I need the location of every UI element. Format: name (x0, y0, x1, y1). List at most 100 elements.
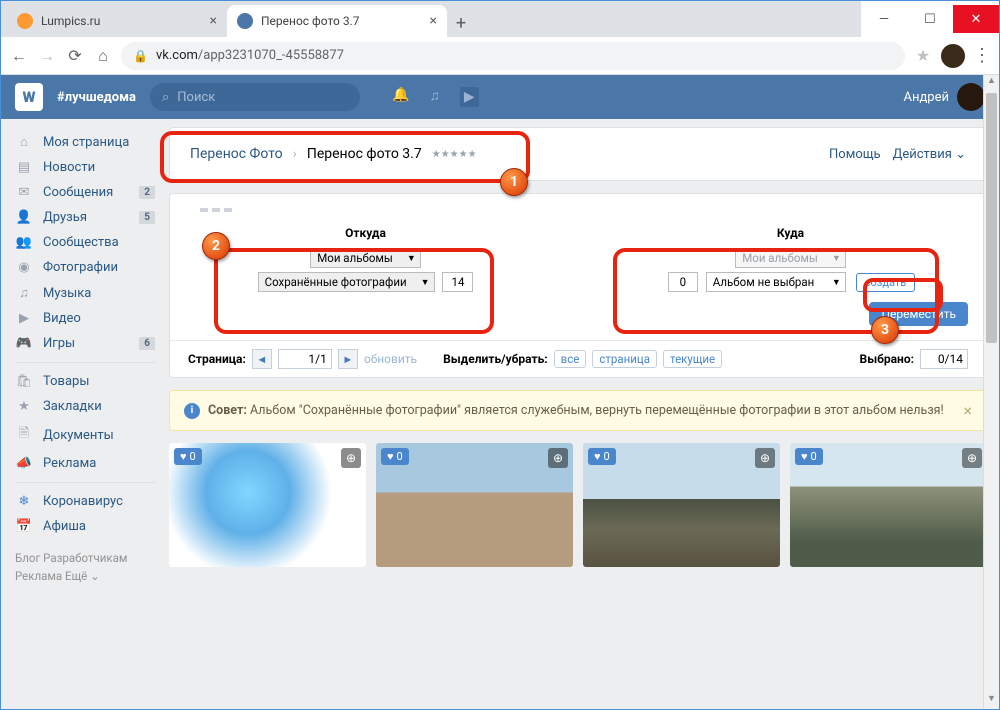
actions-menu[interactable]: Действия ⌄ (893, 147, 966, 162)
url-field[interactable]: 🔒 vk.com/app3231070_-45558877 (121, 42, 905, 70)
page-label: Страница: (188, 352, 246, 366)
prev-page-button[interactable]: ◄ (252, 349, 272, 369)
bell-icon[interactable]: 🔔 (392, 87, 409, 107)
page-input[interactable] (278, 349, 332, 369)
breadcrumb: Перенос Фото › Перенос фото 3.7 ★★★★★ По… (170, 128, 986, 180)
zoom-icon[interactable]: ⊕ (962, 448, 982, 468)
sidebar-item-news[interactable]: ▤Новости (1, 155, 169, 180)
sidebar-item-market[interactable]: 🛍Товары (1, 369, 169, 394)
scrollbar[interactable]: ▲ ▼ (983, 75, 999, 709)
sidebar-item-music[interactable]: ♫Музыка (1, 280, 169, 306)
sidebar-item-photos[interactable]: ◉Фотографии (1, 255, 169, 280)
photo-thumb[interactable]: ♥ 0 ⊕ (790, 443, 987, 567)
sidebar-item-friends[interactable]: 👤Друзья5 (1, 205, 169, 230)
sidebar-label: Сообщения (43, 185, 113, 200)
account-menu[interactable]: Андрей (903, 83, 985, 111)
like-badge[interactable]: ♥ 0 (795, 448, 823, 465)
sidebar-label: Друзья (43, 210, 87, 225)
select-current-button[interactable]: текущие (663, 350, 722, 368)
scroll-down-icon[interactable]: ▼ (984, 693, 999, 709)
home-button[interactable]: ⌂ (93, 46, 113, 66)
breadcrumb-root[interactable]: Перенос Фото (190, 146, 283, 162)
bag-icon: 🛍 (15, 374, 33, 389)
groups-icon: 👥 (15, 235, 33, 250)
zoom-icon[interactable]: ⊕ (755, 448, 775, 468)
sidebar-item-events[interactable]: 📅Афиша (1, 514, 169, 539)
scrollbar-thumb[interactable] (986, 93, 997, 343)
select-value: Мои альбомы (742, 251, 818, 265)
sidebar-item-bookmarks[interactable]: ★Закладки (1, 394, 169, 419)
tip-banner: i Совет: Альбом "Сохранённые фотографии"… (169, 390, 987, 431)
vk-hashtag[interactable]: #лучшедома (57, 90, 136, 105)
sidebar-item-profile[interactable]: ⌂ Моя страница (1, 129, 169, 155)
sidebar-footer: Блог Разработчикам Реклама Ещё ⌄ (1, 539, 169, 596)
like-badge[interactable]: ♥ 0 (381, 448, 409, 465)
sidebar-label: Реклама (43, 456, 96, 471)
sidebar-item-groups[interactable]: 👥Сообщества (1, 230, 169, 255)
search-input[interactable]: ⌕ Поиск (150, 83, 360, 111)
game-icon: 🎮 (15, 336, 33, 351)
friends-icon: 👤 (15, 210, 33, 225)
sidebar-label: Моя страница (43, 135, 129, 150)
move-button[interactable]: Переместить (869, 302, 968, 326)
chevron-down-icon: ▼ (421, 277, 430, 288)
from-source-select[interactable]: Мои альбомы▼ (310, 248, 421, 268)
like-badge[interactable]: ♥ 0 (588, 448, 616, 465)
sidebar-label: Закладки (43, 399, 102, 414)
select-page-button[interactable]: страница (592, 350, 657, 368)
sidebar-label: Фотографии (43, 260, 118, 275)
forward-button[interactable]: → (37, 46, 57, 66)
sidebar-item-games[interactable]: 🎮Игры6 (1, 331, 169, 356)
photo-thumb[interactable]: ♥ 0 ⊕ (169, 443, 366, 567)
photo-thumb[interactable]: ♥ 0 ⊕ (583, 443, 780, 567)
browser-menu-button[interactable]: ⋮ (973, 47, 991, 65)
from-album-select[interactable]: Сохранённые фотографии▼ (258, 272, 435, 292)
sidebar-item-docs[interactable]: 🗎Документы (1, 419, 169, 451)
from-title: Откуда (188, 226, 543, 240)
music-icon[interactable]: ♫ (429, 87, 440, 107)
sidebar-item-ads[interactable]: 📣 Реклама (1, 451, 169, 476)
home-icon: ⌂ (15, 134, 33, 150)
to-column: Куда Мои альбомы▼ 0 Альбом не выбран▼ со… (613, 226, 968, 294)
sidebar-label: Коронавирус (43, 494, 123, 509)
zoom-icon[interactable]: ⊕ (341, 448, 361, 468)
profile-avatar[interactable] (941, 44, 965, 68)
back-button[interactable]: ← (9, 46, 29, 66)
select-all-button[interactable]: все (554, 350, 587, 368)
browser-tab[interactable]: Lumpics.ru × (7, 5, 227, 37)
to-album-select[interactable]: Альбом не выбран▼ (706, 272, 846, 292)
vk-logo[interactable]: W (15, 83, 43, 111)
photo-thumb[interactable]: ♥ 0 ⊕ (376, 443, 573, 567)
reload-button[interactable]: ⟳ (65, 46, 85, 65)
scroll-up-icon[interactable]: ▲ (984, 75, 999, 91)
sidebar-item-messages[interactable]: ✉Сообщения2 (1, 180, 169, 205)
close-icon[interactable]: × (422, 13, 437, 29)
rating-stars[interactable]: ★★★★★ (432, 149, 477, 160)
close-icon[interactable]: × (202, 13, 217, 29)
close-icon[interactable]: × (963, 401, 972, 420)
new-tab-button[interactable]: + (447, 9, 475, 37)
create-album-button[interactable]: создать (856, 273, 915, 292)
browser-tabbar: Lumpics.ru × Перенос фото 3.7 × + — ☐ ✕ (1, 1, 999, 37)
refresh-link[interactable]: обновить (364, 352, 417, 366)
window-minimize-button[interactable]: — (861, 5, 907, 33)
sidebar-item-corona[interactable]: ❄Коронавирус (1, 489, 169, 514)
like-badge[interactable]: ♥ 0 (174, 448, 202, 465)
separator (15, 482, 155, 483)
zoom-icon[interactable]: ⊕ (548, 448, 568, 468)
avatar (957, 83, 985, 111)
window-close-button[interactable]: ✕ (953, 5, 999, 33)
star-icon[interactable]: ★ (913, 46, 933, 65)
to-source-select[interactable]: Мои альбомы▼ (735, 248, 846, 268)
ads-icon: 📣 (15, 456, 33, 471)
pager-row: Страница: ◄ ► обновить Выделить/убрать: … (170, 340, 986, 377)
sidebar-item-video[interactable]: ▶Видео (1, 306, 169, 331)
window-maximize-button[interactable]: ☐ (907, 5, 953, 33)
play-icon[interactable]: ▶ (460, 87, 479, 107)
selected-count (920, 349, 968, 369)
help-link[interactable]: Помощь (829, 147, 881, 162)
browser-tab-active[interactable]: Перенос фото 3.7 × (227, 5, 447, 37)
next-page-button[interactable]: ► (338, 349, 358, 369)
address-bar: ← → ⟳ ⌂ 🔒 vk.com/app3231070_-45558877 ★ … (1, 37, 999, 75)
badge: 6 (139, 337, 155, 350)
